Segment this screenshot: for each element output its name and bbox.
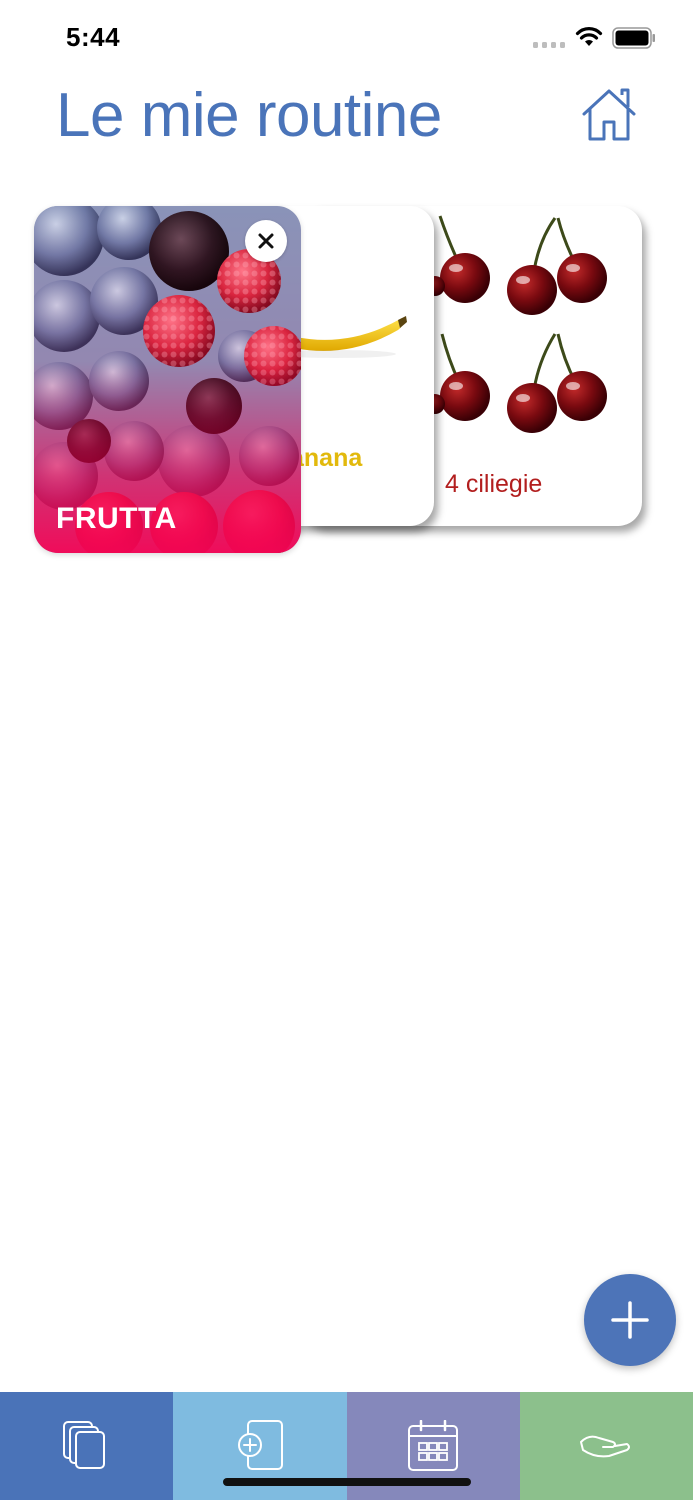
cards-icon bbox=[62, 1421, 105, 1469]
home-button[interactable] bbox=[578, 86, 640, 144]
status-bar: 5:44 bbox=[0, 0, 693, 70]
calendar-icon bbox=[408, 1420, 459, 1471]
hand-icon bbox=[580, 1435, 631, 1458]
home-indicator bbox=[223, 1478, 471, 1486]
add-card-icon bbox=[237, 1420, 283, 1470]
remove-routine-button[interactable] bbox=[245, 220, 287, 262]
plus-icon bbox=[611, 1301, 649, 1339]
status-time: 5:44 bbox=[66, 22, 121, 52]
home-icon bbox=[582, 88, 636, 141]
routine-card-frutta[interactable]: FRUTTA bbox=[34, 206, 301, 553]
routine-label: 4 ciliegie bbox=[445, 470, 543, 498]
battery-icon bbox=[612, 27, 655, 49]
page-title: Le mie routine bbox=[56, 81, 442, 150]
routine-label: FRUTTA bbox=[56, 502, 177, 535]
add-routine-button[interactable] bbox=[584, 1274, 676, 1366]
tab-cards[interactable] bbox=[0, 1392, 174, 1500]
tab-help[interactable] bbox=[519, 1392, 693, 1500]
signal-icon bbox=[533, 42, 565, 48]
close-icon bbox=[258, 233, 274, 249]
wifi-icon bbox=[575, 27, 603, 46]
